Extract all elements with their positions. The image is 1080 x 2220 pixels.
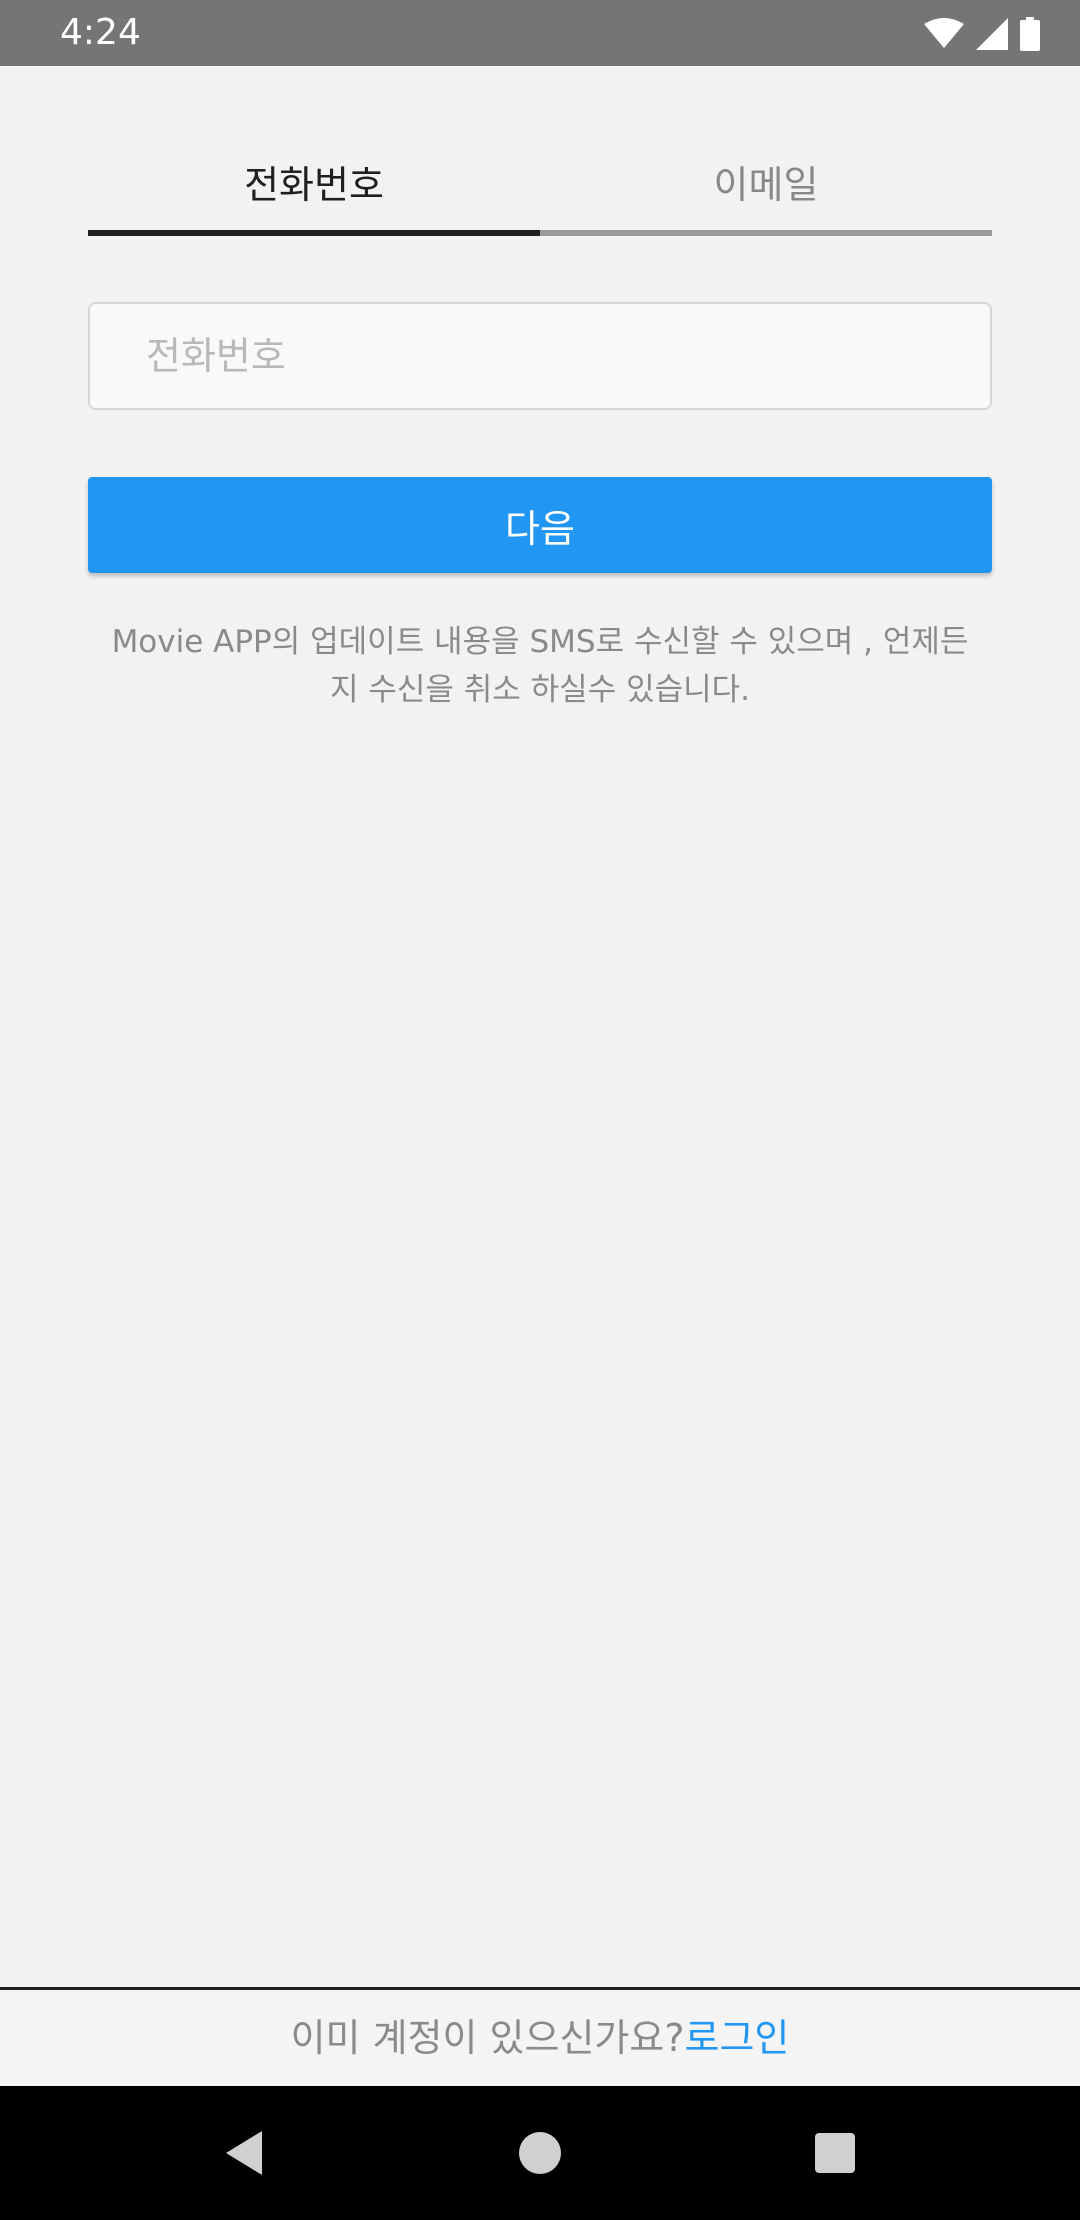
tab-phone-label: 전화번호 [244,163,384,207]
existing-account-question: 이미 계정이 있으신가요? [290,2016,685,2060]
login-link[interactable]: 로그인 [685,2016,790,2060]
phone-number-input[interactable] [88,302,992,410]
tab-phone-indicator [88,230,540,236]
cell-signal-icon [976,18,1008,50]
sms-notice-line-2: 지 수신을 취소 하실수 있습니다. [329,672,751,708]
system-nav-bar [0,2086,1080,2220]
back-icon[interactable] [216,2123,276,2183]
sms-notice: Movie APP의 업데이트 내용을 SMS로 수신할 수 있으며 , 언제든… [88,618,992,714]
battery-icon [1020,17,1040,51]
signup-method-tabs: 전화번호 이메일 [88,150,992,236]
next-button[interactable]: 다음 [88,477,992,573]
tab-email[interactable]: 이메일 [540,150,992,236]
status-bar: 4:24 [0,0,1080,66]
recents-icon[interactable] [805,2123,865,2183]
tab-phone[interactable]: 전화번호 [88,150,540,236]
status-time: 4:24 [60,12,141,53]
sms-notice-line-1: Movie APP의 업데이트 내용을 SMS로 수신할 수 있으며 , 언제든 [111,624,969,660]
footer-login-prompt: 이미 계정이 있으신가요?로그인 [0,1990,1080,2086]
home-icon[interactable] [510,2123,570,2183]
tab-email-label: 이메일 [713,163,819,207]
status-icons [924,14,1040,54]
tab-email-indicator [540,230,992,236]
wifi-icon [924,18,964,50]
